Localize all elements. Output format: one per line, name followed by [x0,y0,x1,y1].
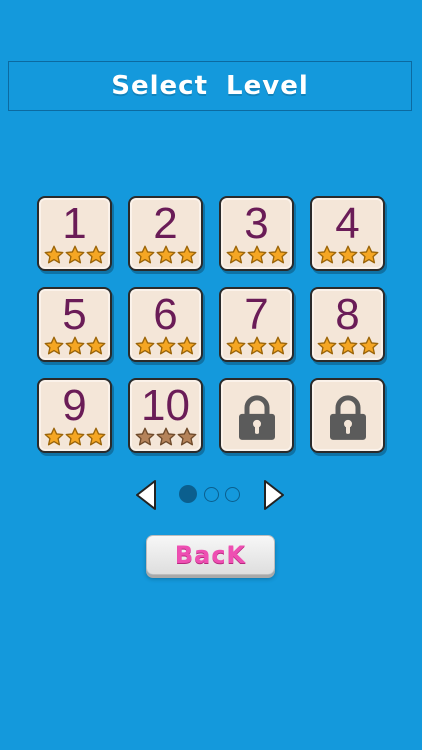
star-icon [317,336,336,355]
star-icon [135,336,154,355]
star-icon [86,427,105,446]
level-tile-1[interactable]: 1 [37,196,112,271]
page-indicator [0,479,422,511]
level-number: 5 [62,290,87,339]
level-tile-10[interactable]: 10 [128,378,203,453]
page-dot-2[interactable] [204,487,219,502]
level-tile-7[interactable]: 7 [219,287,294,362]
level-tile-9[interactable]: 9 [37,378,112,453]
star-rating [312,336,383,356]
page-dot-1[interactable] [179,485,197,503]
star-rating [130,336,201,356]
star-rating [39,336,110,356]
level-number: 3 [244,199,269,248]
star-rating [39,427,110,447]
back-button-label: BacK [174,541,247,569]
star-icon [86,245,105,264]
level-tile-6[interactable]: 6 [128,287,203,362]
star-icon [86,336,105,355]
star-icon [156,245,175,264]
star-icon [177,336,196,355]
page-dot-3[interactable] [225,487,240,502]
star-icon [65,427,84,446]
star-icon [317,245,336,264]
star-icon [44,427,63,446]
star-icon [359,245,378,264]
back-button[interactable]: BacK [146,535,275,575]
level-number: 8 [335,290,360,339]
triangle-left-icon[interactable] [135,479,157,511]
star-icon [135,427,154,446]
level-number: 10 [141,381,190,430]
level-tile-locked[interactable] [219,378,294,453]
star-icon [268,245,287,264]
level-tile-4[interactable]: 4 [310,196,385,271]
header-bar: Select Level [8,61,412,111]
level-tile-2[interactable]: 2 [128,196,203,271]
star-icon [177,245,196,264]
star-icon [156,336,175,355]
star-icon [338,336,357,355]
level-number: 1 [62,199,87,248]
level-tile-8[interactable]: 8 [310,287,385,362]
star-icon [135,245,154,264]
star-rating [39,245,110,265]
star-icon [44,245,63,264]
level-grid: 1 2 3 4 5 6 7 8 9 10 [37,196,387,453]
triangle-right-icon[interactable] [263,479,285,511]
star-icon [65,245,84,264]
level-number: 9 [62,381,87,430]
star-icon [177,427,196,446]
padlock-icon [329,394,366,440]
star-icon [247,245,266,264]
star-icon [44,336,63,355]
level-tile-3[interactable]: 3 [219,196,294,271]
star-rating [221,245,292,265]
star-icon [226,336,245,355]
level-number: 7 [244,290,269,339]
level-number: 6 [153,290,178,339]
star-icon [226,245,245,264]
level-number: 2 [153,199,178,248]
star-icon [268,336,287,355]
star-rating [130,427,201,447]
star-icon [359,336,378,355]
padlock-icon [238,394,275,440]
star-icon [338,245,357,264]
star-icon [247,336,266,355]
star-icon [156,427,175,446]
level-tile-locked[interactable] [310,378,385,453]
level-number: 4 [335,199,360,248]
page-title: Select Level [111,71,309,101]
star-icon [65,336,84,355]
level-tile-5[interactable]: 5 [37,287,112,362]
star-rating [312,245,383,265]
star-rating [221,336,292,356]
star-rating [130,245,201,265]
